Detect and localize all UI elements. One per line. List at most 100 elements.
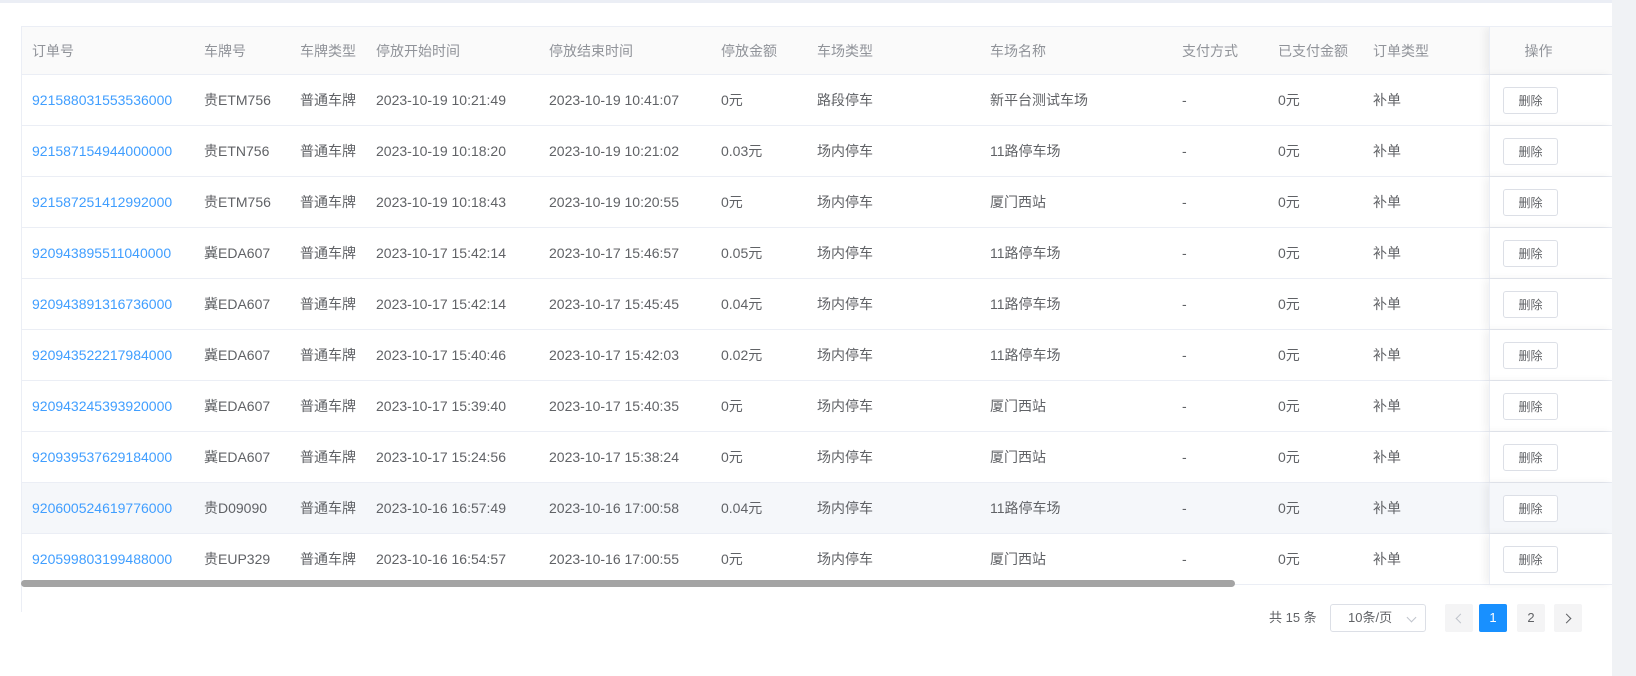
cell-end-time: 2023-10-19 10:41:07: [549, 92, 679, 108]
table-row[interactable]: 920943245393920000 冀EDA607 普通车牌 2023-10-17 …: [22, 381, 1612, 432]
cell-order-no[interactable]: 921587251412992000: [32, 177, 172, 227]
next-page-button[interactable]: [1554, 604, 1582, 632]
cell-plate-type: 普通车牌: [300, 245, 356, 261]
cell-lot-name: 厦门西站: [990, 551, 1046, 567]
cell-pay-method: -: [1182, 347, 1187, 363]
cell-pay-method: -: [1182, 449, 1187, 465]
delete-button[interactable]: 删除: [1503, 137, 1558, 165]
table-row[interactable]: 921587251412992000 贵ETM756 普通车牌 2023-10-19 …: [22, 177, 1612, 228]
table-row[interactable]: 920943891316736000 冀EDA607 普通车牌 2023-10-17 …: [22, 279, 1612, 330]
cell-actions: 删除: [1489, 534, 1612, 584]
cell-start-time: 2023-10-17 15:24:56: [376, 449, 506, 465]
table-row[interactable]: 920599803199488000 贵EUP329 普通车牌 2023-10-16 …: [22, 534, 1612, 585]
cell-order-no[interactable]: 920943895511040000: [32, 228, 171, 278]
prev-page-button[interactable]: [1445, 604, 1473, 632]
table-row[interactable]: 920600524619776000 贵D09090 普通车牌 2023-10-16 …: [22, 483, 1612, 534]
cell-order-no[interactable]: 920943522217984000: [32, 330, 172, 380]
delete-button[interactable]: 删除: [1503, 341, 1558, 369]
cell-lot-type: 路段停车: [817, 92, 873, 108]
horizontal-scrollbar[interactable]: [21, 580, 1235, 587]
cell-end-time: 2023-10-16 17:00:55: [549, 551, 679, 567]
table-row[interactable]: 921588031553536000 贵ETM756 普通车牌 2023-10-19 …: [22, 75, 1612, 126]
cell-lot-type: 场内停车: [817, 296, 873, 312]
cell-actions: 删除: [1489, 432, 1612, 482]
delete-button[interactable]: 删除: [1503, 494, 1558, 522]
cell-lot-name: 11路停车场: [990, 500, 1061, 516]
cell-start-time: 2023-10-19 10:21:49: [376, 92, 506, 108]
column-header-lot-type: 车场类型: [817, 42, 873, 59]
table-row[interactable]: 920939537629184000 冀EDA607 普通车牌 2023-10-17 …: [22, 432, 1612, 483]
cell-plate: 冀EDA607: [204, 296, 271, 312]
cell-lot-type: 场内停车: [817, 551, 873, 567]
cell-plate-type: 普通车牌: [300, 296, 356, 312]
pagination-total: 共 15 条: [1269, 610, 1317, 625]
cell-pay-method: -: [1182, 92, 1187, 108]
cell-order-type: 补单: [1373, 296, 1401, 312]
delete-button[interactable]: 删除: [1503, 86, 1558, 114]
delete-button[interactable]: 删除: [1503, 545, 1558, 573]
cell-pay-method: -: [1182, 296, 1187, 312]
cell-plate: 贵ETM756: [204, 194, 271, 210]
cell-plate: 冀EDA607: [204, 398, 271, 414]
page-2-button[interactable]: 2: [1517, 604, 1545, 632]
cell-end-time: 2023-10-19 10:21:02: [549, 143, 679, 159]
cell-plate-type: 普通车牌: [300, 551, 356, 567]
delete-button[interactable]: 删除: [1503, 239, 1558, 267]
delete-button[interactable]: 删除: [1503, 443, 1558, 471]
cell-amount: 0元: [721, 92, 743, 108]
cell-actions: 删除: [1489, 177, 1612, 227]
cell-start-time: 2023-10-16 16:57:49: [376, 500, 506, 516]
cell-lot-name: 厦门西站: [990, 194, 1046, 210]
cell-order-type: 补单: [1373, 194, 1401, 210]
column-header-pay-method: 支付方式: [1182, 42, 1238, 59]
cell-paid-amount: 0元: [1278, 551, 1300, 567]
cell-start-time: 2023-10-17 15:40:46: [376, 347, 506, 363]
cell-order-no[interactable]: 921587154944000000: [32, 126, 172, 176]
cell-order-no[interactable]: 920599803199488000: [32, 534, 172, 584]
cell-start-time: 2023-10-16 16:54:57: [376, 551, 506, 567]
cell-plate-type: 普通车牌: [300, 347, 356, 363]
page-size-select[interactable]: 10条/页: [1330, 604, 1426, 632]
cell-order-no[interactable]: 921588031553536000: [32, 75, 172, 125]
cell-order-no[interactable]: 920943891316736000: [32, 279, 172, 329]
page-1-button[interactable]: 1: [1479, 604, 1507, 632]
delete-button[interactable]: 删除: [1503, 392, 1558, 420]
delete-button[interactable]: 删除: [1503, 188, 1558, 216]
chevron-right-icon: [1561, 613, 1572, 624]
cell-paid-amount: 0元: [1278, 500, 1300, 516]
cell-lot-name: 11路停车场: [990, 245, 1061, 261]
cell-amount: 0.04元: [721, 296, 763, 312]
cell-actions: 删除: [1489, 126, 1612, 176]
cell-plate-type: 普通车牌: [300, 194, 356, 210]
cell-paid-amount: 0元: [1278, 398, 1300, 414]
table-row[interactable]: 920943522217984000 冀EDA607 普通车牌 2023-10-17 …: [22, 330, 1612, 381]
cell-pay-method: -: [1182, 398, 1187, 414]
cell-order-type: 补单: [1373, 551, 1401, 567]
cell-plate: 冀EDA607: [204, 449, 271, 465]
cell-lot-type: 场内停车: [817, 245, 873, 261]
cell-plate: 贵D09090: [204, 500, 268, 516]
table-row[interactable]: 920943895511040000 冀EDA607 普通车牌 2023-10-17 …: [22, 228, 1612, 279]
delete-button[interactable]: 删除: [1503, 290, 1558, 318]
cell-lot-name: 新平台测试车场: [990, 92, 1088, 108]
cell-end-time: 2023-10-17 15:38:24: [549, 449, 679, 465]
cell-paid-amount: 0元: [1278, 296, 1300, 312]
cell-order-type: 补单: [1373, 245, 1401, 261]
cell-plate: 贵EUP329: [204, 551, 271, 567]
cell-order-type: 补单: [1373, 500, 1401, 516]
cell-order-no[interactable]: 920600524619776000: [32, 483, 172, 533]
column-header-order-no: 订单号: [32, 42, 74, 59]
cell-order-no[interactable]: 920943245393920000: [32, 381, 172, 431]
cell-actions: 删除: [1489, 75, 1612, 125]
cell-amount: 0元: [721, 449, 743, 465]
cell-plate-type: 普通车牌: [300, 398, 356, 414]
table-row[interactable]: 921587154944000000 贵ETN756 普通车牌 2023-10-19 …: [22, 126, 1612, 177]
column-header-actions: 操作: [1489, 27, 1612, 74]
cell-pay-method: -: [1182, 245, 1187, 261]
column-header-plate-type: 车牌类型: [300, 42, 356, 59]
cell-amount: 0元: [721, 551, 743, 567]
cell-end-time: 2023-10-17 15:40:35: [549, 398, 679, 414]
cell-order-no[interactable]: 920939537629184000: [32, 432, 172, 482]
cell-end-time: 2023-10-17 15:42:03: [549, 347, 679, 363]
cell-lot-type: 场内停车: [817, 500, 873, 516]
